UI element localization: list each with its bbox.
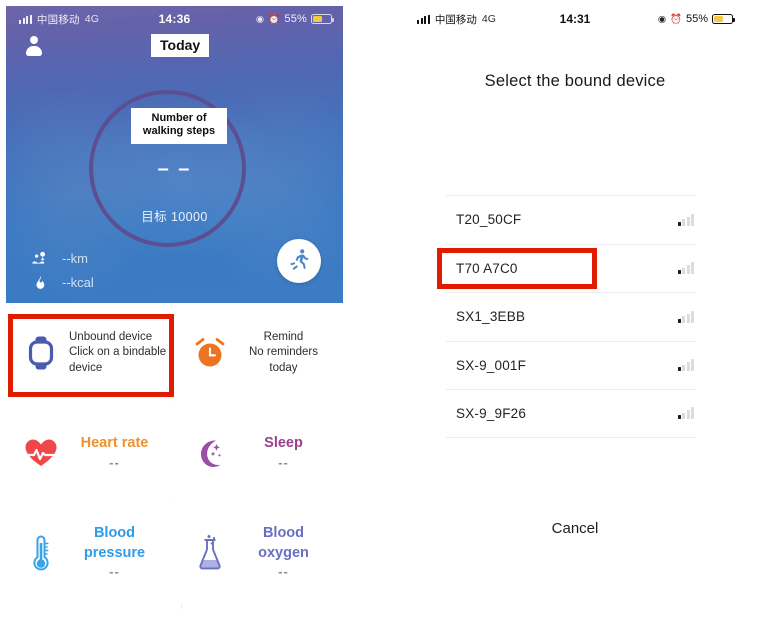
steps-value: – – — [157, 158, 192, 180]
signal-strength-icon — [678, 213, 696, 226]
tile-sleep-title: Sleep — [264, 434, 303, 451]
device-row-sx-9-001f[interactable]: SX-9_001F — [446, 340, 696, 390]
user-avatar-icon — [24, 36, 44, 56]
left-phone-screen: 中国移动 4G 14:36 ◉ ⏰ 55% Today Number of wa… — [6, 6, 343, 616]
tile-blood-pressure[interactable]: Blood pressure -- — [6, 503, 174, 603]
tile-sleep-value: -- — [278, 454, 289, 470]
flask-icon — [192, 534, 228, 572]
signal-strength-icon — [678, 310, 696, 323]
tile-blood-pressure-value: -- — [109, 564, 120, 580]
calories-metric: --kcal — [31, 270, 94, 294]
device-name: SX1_3EBB — [456, 309, 526, 325]
signal-strength-icon — [678, 359, 696, 372]
tile-unbound-device-text: Unbound device Click on a bindable devic… — [69, 330, 166, 377]
heart-pulse-icon — [23, 438, 59, 468]
tile-sleep[interactable]: Sleep -- — [175, 403, 343, 503]
today-label[interactable]: Today — [151, 34, 210, 58]
tile-remind[interactable]: Remind No reminders today — [175, 303, 343, 403]
thermometer-icon — [23, 534, 59, 572]
device-row-sx-9-9f26[interactable]: SX-9_9F26 — [446, 389, 696, 438]
steps-hero-section: 中国移动 4G 14:36 ◉ ⏰ 55% Today Number of wa… — [6, 6, 343, 303]
start-run-button[interactable] — [277, 239, 321, 283]
right-status-bar: 中国移动 4G 14:31 ◉ ⏰ 55% — [389, 10, 761, 28]
tile-heart-rate[interactable]: Heart rate -- — [6, 403, 174, 503]
signal-strength-icon — [678, 262, 696, 275]
alarm-clock-icon — [192, 336, 228, 370]
device-name: SX-9_9F26 — [456, 405, 527, 421]
tile-sleep-text: Sleep -- — [238, 434, 343, 472]
steps-caption-label: Number of walking steps — [131, 108, 227, 144]
location-arrow-icon: ◉ — [657, 13, 667, 25]
tile-blood-pressure-title: Blood pressure — [83, 525, 146, 561]
alarm-clock-icon: ⏰ — [268, 13, 281, 25]
battery-percent-label: 55% — [284, 13, 307, 25]
tile-heart-rate-value: -- — [109, 454, 120, 470]
calories-value: --kcal — [62, 274, 94, 290]
tile-blood-oxygen[interactable]: Blood oxygen -- — [175, 503, 343, 603]
location-arrow-icon: ◉ — [255, 13, 265, 25]
feature-tile-grid: Unbound device Click on a bindable devic… — [6, 303, 343, 616]
right-phone-screen: 中国移动 4G 14:31 ◉ ⏰ 55% Select the bound d… — [389, 0, 761, 620]
route-location-icon — [31, 249, 49, 267]
tile-unbound-device[interactable]: Unbound device Click on a bindable devic… — [6, 303, 174, 403]
tile-unbound-device-line3: device — [69, 361, 103, 374]
tile-blood-pressure-text: Blood pressure -- — [69, 524, 174, 582]
tile-unbound-device-title: Unbound device — [69, 330, 153, 343]
distance-value: --km — [62, 250, 88, 266]
alarm-clock-icon: ⏰ — [670, 13, 682, 25]
tile-remind-title: Remind — [263, 330, 304, 343]
battery-icon — [712, 13, 735, 25]
moon-stars-icon — [192, 437, 228, 469]
device-row-sx1-3ebb[interactable]: SX1_3EBB — [446, 292, 696, 341]
smartwatch-icon — [23, 336, 59, 370]
page-title: Select the bound device — [484, 72, 666, 90]
tile-heart-rate-title: Heart rate — [80, 434, 149, 451]
cancel-button[interactable]: Cancel — [389, 520, 761, 537]
running-person-icon — [287, 247, 311, 276]
steps-goal-label: 目标 10000 — [141, 210, 208, 224]
tile-heart-rate-text: Heart rate -- — [69, 434, 174, 472]
distance-metric: --km — [31, 246, 94, 270]
flame-icon — [31, 273, 49, 291]
device-name: SX-9_001F — [456, 357, 527, 373]
hero-metrics: --km --kcal — [31, 246, 94, 294]
tile-remind-text: Remind No reminders today — [238, 330, 343, 377]
left-app-header: Today — [6, 32, 343, 64]
tile-remind-line2: No reminders today — [248, 346, 319, 374]
device-list: T20_50CF T70 A7C0 SX1_3EBB SX-9_001F SX-… — [446, 195, 696, 438]
battery-icon — [311, 13, 334, 25]
device-name: T20_50CF — [456, 212, 522, 228]
tile-unbound-device-line2: Click on a bindable — [69, 346, 167, 359]
device-row-t20-50cf[interactable]: T20_50CF — [446, 195, 696, 244]
avatar[interactable] — [24, 36, 44, 56]
tile-blood-oxygen-title: Blood oxygen — [258, 525, 309, 561]
tile-blood-oxygen-value: -- — [278, 564, 289, 580]
battery-percent-label: 55% — [685, 13, 708, 25]
device-name: T70 A7C0 — [456, 260, 518, 276]
left-status-bar: 中国移动 4G 14:36 ◉ ⏰ 55% — [6, 6, 343, 32]
screenshot-root: 中国移动 4G 14:36 ◉ ⏰ 55% Today Number of wa… — [0, 0, 761, 620]
tile-blood-oxygen-text: Blood oxygen -- — [238, 524, 343, 582]
signal-strength-icon — [678, 407, 696, 420]
device-row-t70-a7c0[interactable]: T70 A7C0 — [446, 243, 696, 293]
